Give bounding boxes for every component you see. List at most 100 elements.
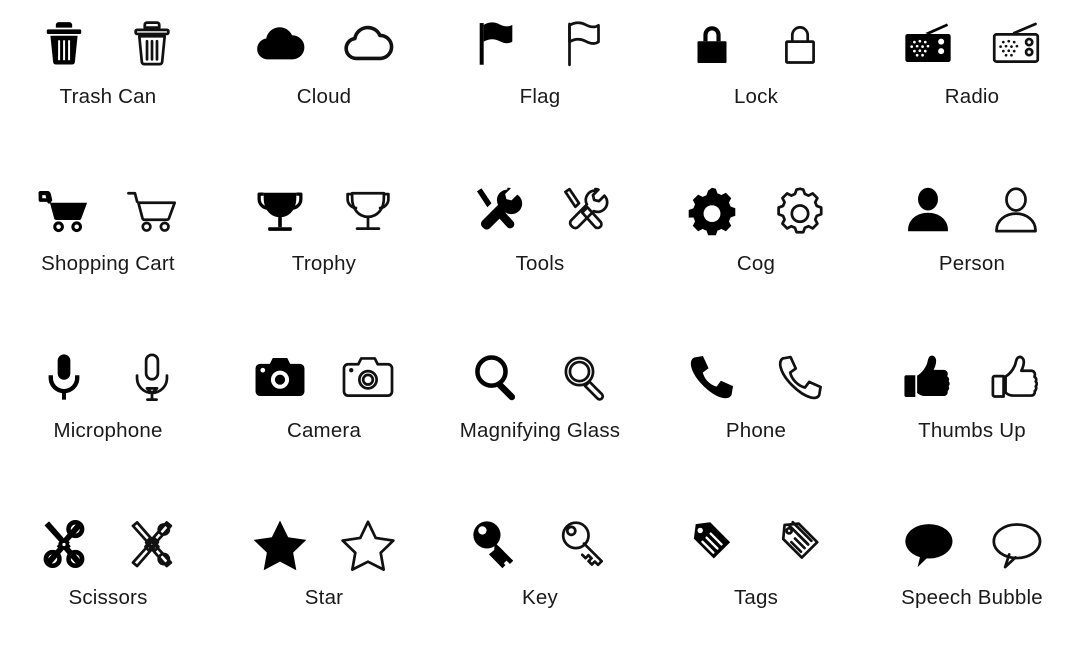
icon-variant-pair: [683, 346, 829, 408]
scissors-icon: [123, 515, 181, 573]
icon-variant-pair: [899, 179, 1045, 241]
camera-icon: [251, 348, 309, 406]
person-icon: [899, 181, 957, 239]
icon-label: Trophy: [291, 252, 357, 275]
person-icon: [987, 181, 1045, 239]
icon-variant-pair: [467, 346, 613, 408]
icon-variant-pair: [251, 12, 397, 74]
icon-cell-radio: Radio: [864, 0, 1080, 167]
microphone-icon: [35, 348, 93, 406]
flag-icon: [467, 14, 525, 72]
icon-variant-pair: [899, 513, 1045, 575]
icon-variant-pair: [683, 513, 829, 575]
magnifying-glass-icon: [467, 348, 525, 406]
tags-icon: [683, 515, 741, 573]
key-icon: [467, 515, 525, 573]
cloud-icon: [339, 14, 397, 72]
icon-label: Flag: [519, 85, 561, 108]
trash-can-icon: [123, 14, 181, 72]
thumbs-up-icon: [987, 348, 1045, 406]
icon-cell-tools: Tools: [432, 167, 648, 334]
icon-variant-pair: [251, 346, 397, 408]
icon-cell-camera: Camera: [216, 334, 432, 501]
tags-icon: [771, 515, 829, 573]
icon-cell-star: Star: [216, 501, 432, 668]
speech-bubble-icon: [899, 515, 957, 573]
icon-label: Speech Bubble: [901, 586, 1043, 609]
icon-label: Cog: [736, 252, 776, 275]
icon-variant-pair: [251, 179, 397, 241]
icon-label: Scissors: [68, 586, 148, 609]
icon-variant-pair: [467, 12, 613, 74]
icon-variant-pair: [899, 346, 1045, 408]
icon-label: Shopping Cart: [41, 252, 175, 275]
icon-cell-trash-can: Trash Can: [0, 0, 216, 167]
trash-can-icon: [35, 14, 93, 72]
phone-icon: [683, 348, 741, 406]
icon-cell-speech-bubble: Speech Bubble: [864, 501, 1080, 668]
icon-variant-pair: [467, 179, 613, 241]
icon-cell-thumbs-up: Thumbs Up: [864, 334, 1080, 501]
phone-icon: [771, 348, 829, 406]
icon-label: Cloud: [296, 85, 352, 108]
radio-icon: [987, 14, 1045, 72]
icon-variant-pair: [35, 179, 181, 241]
icon-variant-pair: [35, 513, 181, 575]
shopping-cart-icon: [123, 181, 181, 239]
icon-cell-shopping-cart: Shopping Cart: [0, 167, 216, 334]
icon-cell-cloud: Cloud: [216, 0, 432, 167]
icon-label: Thumbs Up: [918, 419, 1026, 442]
tools-icon: [555, 181, 613, 239]
icon-label: Phone: [725, 419, 787, 442]
icon-cell-person: Person: [864, 167, 1080, 334]
icon-label: Star: [304, 586, 344, 609]
lock-icon: [683, 14, 741, 72]
icon-variant-pair: [35, 12, 181, 74]
icon-cell-lock: Lock: [648, 0, 864, 167]
icon-label: Person: [938, 252, 1006, 275]
icon-variant-pair: [899, 12, 1045, 74]
icon-label: Tags: [733, 586, 779, 609]
icon-label: Microphone: [53, 419, 163, 442]
icon-label: Trash Can: [59, 85, 157, 108]
flag-icon: [555, 14, 613, 72]
icon-cell-cog: Cog: [648, 167, 864, 334]
lock-icon: [771, 14, 829, 72]
icon-variant-pair: [683, 12, 829, 74]
cog-icon: [683, 181, 741, 239]
star-icon: [339, 515, 397, 573]
star-icon: [251, 515, 309, 573]
icon-cell-trophy: Trophy: [216, 167, 432, 334]
icon-cell-key: Key: [432, 501, 648, 668]
icon-variant-pair: [683, 179, 829, 241]
tools-icon: [467, 181, 525, 239]
icon-label: Magnifying Glass: [459, 419, 621, 442]
shopping-cart-icon: [35, 181, 93, 239]
trophy-icon: [251, 181, 309, 239]
key-icon: [555, 515, 613, 573]
icon-cell-tags: Tags: [648, 501, 864, 668]
icon-variant-pair: [467, 513, 613, 575]
icon-label: Radio: [944, 85, 1000, 108]
camera-icon: [339, 348, 397, 406]
cloud-icon: [251, 14, 309, 72]
icon-label: Lock: [733, 85, 779, 108]
icon-label: Key: [522, 586, 558, 609]
icon-cell-flag: Flag: [432, 0, 648, 167]
icon-label: Camera: [286, 419, 362, 442]
icon-cell-scissors: Scissors: [0, 501, 216, 668]
speech-bubble-icon: [987, 515, 1045, 573]
cog-icon: [771, 181, 829, 239]
thumbs-up-icon: [899, 348, 957, 406]
icon-cell-phone: Phone: [648, 334, 864, 501]
scissors-icon: [35, 515, 93, 573]
microphone-icon: [123, 348, 181, 406]
icon-cell-magnifying-glass: Magnifying Glass: [432, 334, 648, 501]
icon-label: Tools: [515, 252, 565, 275]
magnifying-glass-icon: [555, 348, 613, 406]
icon-grid: Trash Can Cloud Flag Lock Radio Shopping…: [0, 0, 1080, 668]
trophy-icon: [339, 181, 397, 239]
icon-variant-pair: [35, 346, 181, 408]
icon-variant-pair: [251, 513, 397, 575]
radio-icon: [899, 14, 957, 72]
